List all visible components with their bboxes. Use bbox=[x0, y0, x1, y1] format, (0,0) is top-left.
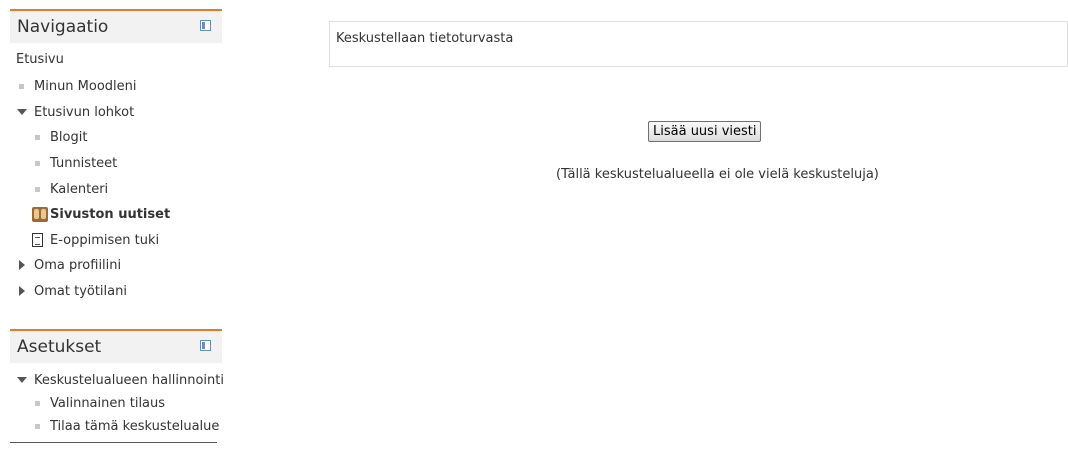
forum-intro-text: Keskustellaan tietoturvasta bbox=[336, 31, 514, 46]
settings-item-optional-subscription[interactable]: Valinnainen tilaus bbox=[35, 394, 166, 414]
nav-item-my-profile[interactable]: Oma profiilini bbox=[19, 256, 122, 276]
bullet-icon bbox=[19, 84, 24, 89]
navigation-block: Navigaatio bbox=[10, 9, 222, 43]
add-new-post-button[interactable]: Lisää uusi viesti bbox=[648, 121, 762, 142]
nav-item-site-blocks[interactable]: Etusivun lohkot bbox=[17, 103, 135, 123]
nav-item-label: E-oppimisen tuki bbox=[50, 233, 160, 248]
collapsed-arrow-icon bbox=[19, 286, 25, 296]
bullet-icon bbox=[35, 135, 40, 140]
nav-item-tags[interactable]: Tunnisteet bbox=[35, 154, 118, 174]
dock-icon[interactable] bbox=[200, 340, 211, 351]
nav-item-elearning-support[interactable]: E-oppimisen tuki bbox=[32, 231, 160, 251]
bullet-icon bbox=[35, 161, 40, 166]
expanded-arrow-icon bbox=[17, 377, 27, 383]
nav-item-label: Omat työtilani bbox=[34, 284, 127, 299]
nav-item-label: Oma profiilini bbox=[34, 258, 122, 273]
nav-item-label: Tunnisteet bbox=[50, 156, 118, 171]
bullet-icon bbox=[35, 424, 40, 429]
page-icon bbox=[32, 233, 43, 247]
nav-item-site-news[interactable]: Sivuston uutiset bbox=[32, 205, 171, 225]
settings-block-header: Asetukset bbox=[10, 329, 222, 363]
bullet-icon bbox=[35, 187, 40, 192]
settings-block: Asetukset bbox=[10, 329, 222, 363]
navigation-block-title: Navigaatio bbox=[17, 17, 109, 37]
collapsed-arrow-icon bbox=[19, 260, 25, 270]
no-discussions-note: (Tällä keskustelualueella ei ole vielä k… bbox=[556, 167, 879, 182]
settings-block-title: Asetukset bbox=[17, 337, 102, 357]
forum-intro-box: Keskustellaan tietoturvasta bbox=[329, 21, 1068, 67]
nav-item-label: Etusivun lohkot bbox=[34, 105, 135, 120]
settings-item-label: Keskustelualueen hallinnointi bbox=[34, 373, 224, 388]
settings-item-label: Valinnainen tilaus bbox=[50, 396, 166, 411]
nav-item-my-moodle[interactable]: Minun Moodleni bbox=[19, 77, 137, 97]
nav-item-label: Minun Moodleni bbox=[34, 79, 137, 94]
nav-item-label: Sivuston uutiset bbox=[50, 207, 171, 222]
settings-block-divider bbox=[10, 442, 217, 443]
expanded-arrow-icon bbox=[17, 109, 27, 115]
navigation-block-header: Navigaatio bbox=[10, 9, 222, 43]
dock-icon[interactable] bbox=[200, 20, 211, 31]
forum-icon bbox=[32, 207, 48, 222]
nav-item-label: Blogit bbox=[50, 130, 88, 145]
settings-item-subscribe-forum[interactable]: Tilaa tämä keskustelualue bbox=[35, 417, 220, 437]
nav-item-label: Kalenteri bbox=[50, 182, 109, 197]
nav-item-label: Etusivu bbox=[16, 52, 64, 67]
settings-item-forum-admin[interactable]: Keskustelualueen hallinnointi bbox=[17, 371, 224, 391]
nav-item-my-workspaces[interactable]: Omat työtilani bbox=[19, 282, 127, 302]
nav-item-home[interactable]: Etusivu bbox=[16, 50, 64, 70]
settings-item-label: Tilaa tämä keskustelualue bbox=[50, 419, 220, 434]
nav-item-blogs[interactable]: Blogit bbox=[35, 128, 88, 148]
bullet-icon bbox=[35, 401, 40, 406]
nav-item-calendar[interactable]: Kalenteri bbox=[35, 180, 109, 200]
